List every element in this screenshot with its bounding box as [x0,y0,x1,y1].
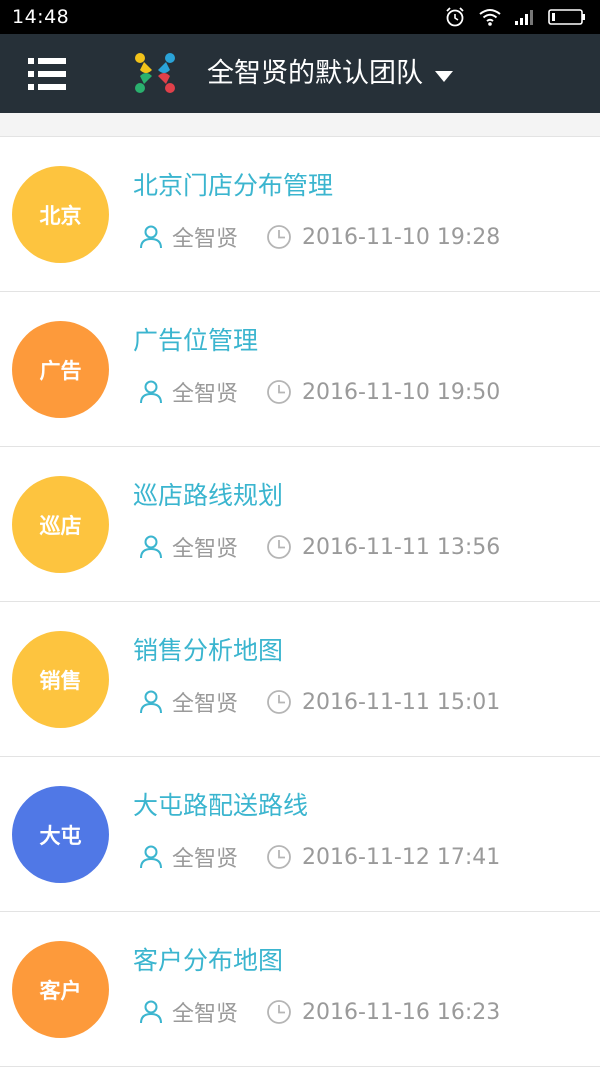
app-bar: 全智贤的默认团队 [0,34,600,113]
project-time: 2016-11-11 13:56 [302,534,501,560]
project-author: 全智贤 [172,847,239,872]
project-author: 全智贤 [172,692,239,717]
project-title: 大屯路配送路线 [133,791,309,820]
team-logo-icon [135,53,175,93]
team-selector[interactable]: 全智贤的默认团队 [207,54,453,94]
project-badge: 巡店 [12,476,109,573]
project-meta: 全智贤 2016-11-10 19:28 [138,221,500,253]
team-name: 全智贤的默认团队 [207,58,423,89]
list-item[interactable]: 客户 客户分布地图 全智贤 2016-11-16 16:23 [0,912,600,1067]
project-author: 全智贤 [172,382,239,407]
list-item[interactable]: 大屯 大屯路配送路线 全智贤 2016-11-12 17:41 [0,757,600,912]
battery-icon [548,9,585,25]
menu-list-icon[interactable] [28,56,66,92]
user-icon [140,380,162,404]
project-time: 2016-11-10 19:50 [302,379,501,405]
project-badge: 销售 [12,631,109,728]
project-badge: 广告 [12,321,109,418]
project-meta: 全智贤 2016-11-12 17:41 [138,841,500,873]
user-icon [140,1000,162,1024]
project-title: 广告位管理 [133,326,259,355]
signal-icon [515,10,533,25]
list-item[interactable]: 巡店 巡店路线规划 全智贤 2016-11-11 13:56 [0,447,600,602]
user-icon [140,535,162,559]
clock-icon [267,1000,291,1024]
project-time: 2016-11-12 17:41 [302,844,501,870]
user-icon [140,225,162,249]
project-title: 北京门店分布管理 [133,171,334,200]
project-time: 2016-11-11 15:01 [302,689,501,715]
clock-icon [267,380,291,404]
project-author: 全智贤 [172,1002,239,1027]
project-author: 全智贤 [172,537,239,562]
status-time: 14:48 [12,6,70,28]
project-badge: 大屯 [12,786,109,883]
caret-down-icon [435,70,453,82]
project-badge: 北京 [12,166,109,263]
status-icons [444,6,586,28]
project-list: 北京 北京门店分布管理 全智贤 2016-11-10 19:28 广告 广告位管… [0,136,600,1067]
project-meta: 全智贤 2016-11-11 15:01 [138,686,500,718]
project-title: 销售分析地图 [133,636,284,665]
project-title: 客户分布地图 [133,946,284,975]
project-badge: 客户 [12,941,109,1038]
clock-icon [267,845,291,869]
wifi-icon [479,9,501,26]
project-meta: 全智贤 2016-11-16 16:23 [138,996,500,1028]
list-item[interactable]: 广告 广告位管理 全智贤 2016-11-10 19:50 [0,292,600,447]
project-author: 全智贤 [172,227,239,252]
list-item[interactable]: 销售 销售分析地图 全智贤 2016-11-11 15:01 [0,602,600,757]
project-title: 巡店路线规划 [133,481,284,510]
user-icon [140,845,162,869]
clock-icon [267,690,291,714]
project-time: 2016-11-16 16:23 [302,999,501,1025]
project-meta: 全智贤 2016-11-10 19:50 [138,376,500,408]
project-meta: 全智贤 2016-11-11 13:56 [138,531,500,563]
alarm-icon [446,7,464,27]
user-icon [140,690,162,714]
clock-icon [267,225,291,249]
list-item[interactable]: 北京 北京门店分布管理 全智贤 2016-11-10 19:28 [0,137,600,292]
clock-icon [267,535,291,559]
status-bar: 14:48 [0,0,600,34]
project-time: 2016-11-10 19:28 [302,224,501,250]
